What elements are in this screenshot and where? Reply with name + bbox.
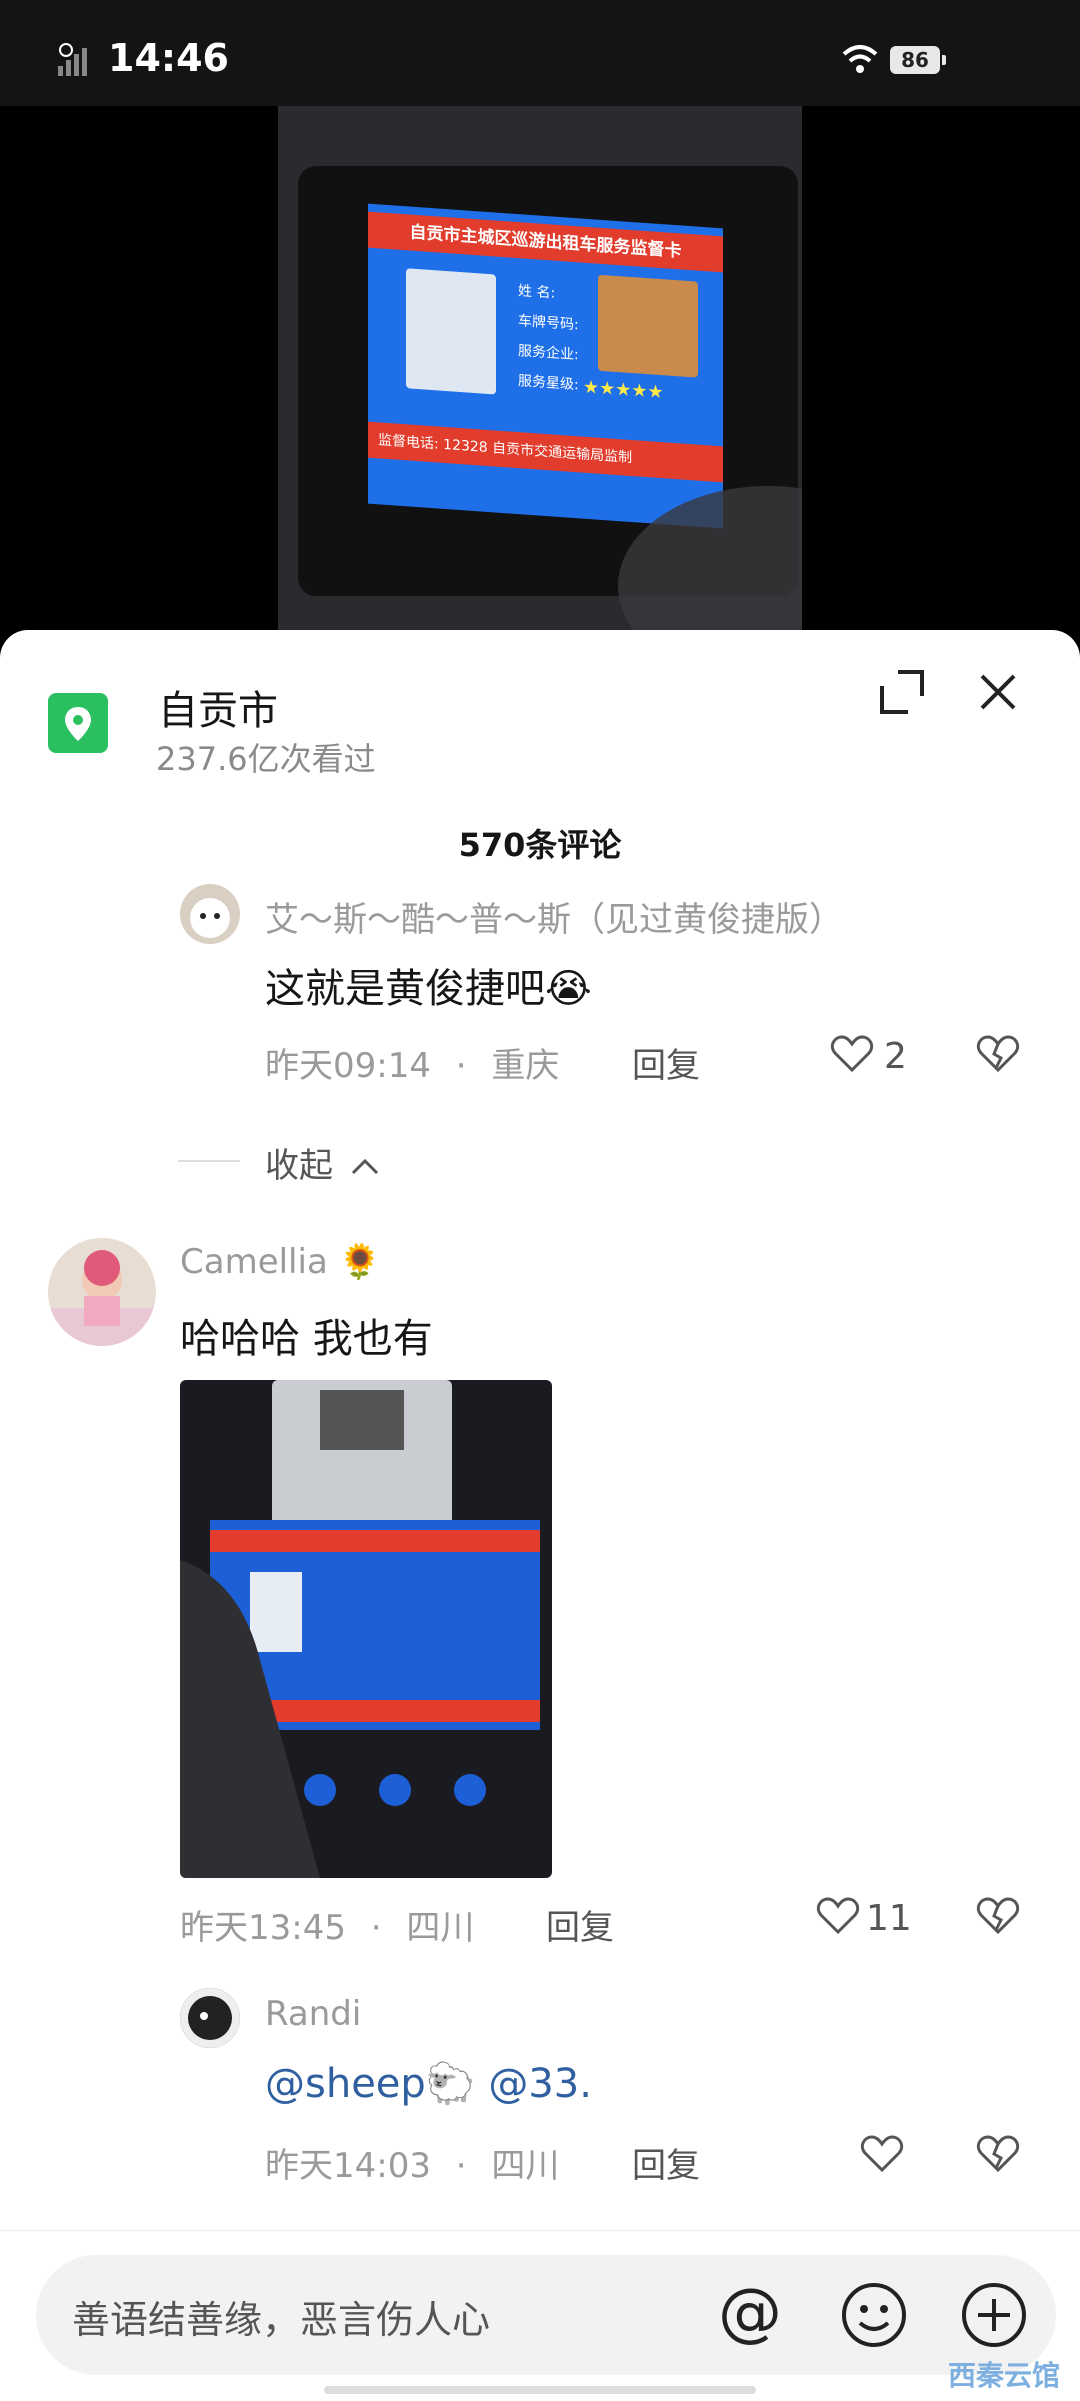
taxi-screen: 自贡市主城区巡游出租车服务监督卡 姓 名: 车牌号码: 服务企业: 服务星级: … bbox=[368, 203, 723, 529]
video-player[interactable]: 自贡市主城区巡游出租车服务监督卡 姓 名: 车牌号码: 服务企业: 服务星级: … bbox=[0, 106, 1080, 636]
wifi-icon bbox=[842, 45, 878, 73]
avatar[interactable] bbox=[180, 1988, 240, 2048]
comment-sheet: 自贡市 237.6亿次看过 570条评论 艾～斯～酷～普～斯（见过黄俊捷版） 这… bbox=[0, 630, 1080, 2400]
like-count: 2 bbox=[884, 1036, 907, 1077]
expand-icon[interactable] bbox=[880, 670, 924, 714]
comment-author[interactable]: 艾～斯～酷～普～斯（见过黄俊捷版） bbox=[265, 892, 843, 941]
comment-time: 昨天09:14 bbox=[265, 1046, 431, 1086]
status-bar: 14:46 86 bbox=[0, 0, 1080, 106]
screen-bottom: 监督电话: 12328 自贡市交通运输局监制 bbox=[368, 421, 723, 483]
watermark: 西秦云馆 bbox=[948, 2359, 1061, 2392]
signal-icon bbox=[58, 43, 87, 76]
comment-place: 重庆 bbox=[491, 1046, 560, 1086]
location-title[interactable]: 自贡市 bbox=[158, 678, 278, 736]
reply-button[interactable]: 回复 bbox=[632, 2138, 700, 2187]
screen-field: 车牌号码: bbox=[518, 313, 579, 334]
comment-text: 哈哈哈 我也有 bbox=[180, 1316, 433, 1362]
location-views: 237.6亿次看过 bbox=[156, 740, 376, 778]
comment-text: 这就是黄俊捷吧😭 bbox=[265, 966, 592, 1012]
divider bbox=[178, 1160, 240, 1162]
comment-place: 四川 bbox=[491, 2146, 560, 2186]
comment-time: 昨天13:45 bbox=[180, 1908, 346, 1948]
avatar[interactable] bbox=[48, 1238, 156, 1346]
chevron-up-icon bbox=[351, 1158, 378, 1175]
screen-field: 服务企业: bbox=[518, 343, 579, 364]
at-mention-icon[interactable]: @ bbox=[718, 2281, 782, 2345]
reply-button[interactable]: 回复 bbox=[632, 1038, 700, 1087]
plus-icon[interactable] bbox=[960, 2281, 1028, 2349]
screen-fields: 姓 名: 车牌号码: 服务企业: 服务星级: bbox=[518, 276, 579, 400]
close-icon[interactable] bbox=[976, 670, 1020, 714]
screen-field: 姓 名: bbox=[518, 283, 556, 302]
comment-author[interactable]: Randi bbox=[265, 1994, 361, 2034]
dog-sticker bbox=[598, 274, 698, 378]
video-frame: 自贡市主城区巡游出租车服务监督卡 姓 名: 车牌号码: 服务企业: 服务星级: … bbox=[278, 106, 802, 636]
comment-meta: 昨天09:14 · 重庆 bbox=[265, 1046, 560, 1086]
heart-icon[interactable] bbox=[860, 2134, 904, 2174]
comment-meta: 昨天14:03 · 四川 bbox=[265, 2146, 560, 2186]
comment-input-bar: 善语结善缘，恶言伤人心 @ bbox=[0, 2230, 1080, 2401]
heart-icon[interactable] bbox=[816, 1896, 860, 1936]
broken-heart-icon[interactable] bbox=[976, 2134, 1020, 2174]
comment-meta: 昨天13:45 · 四川 bbox=[180, 1908, 475, 1948]
home-indicator[interactable] bbox=[324, 2386, 756, 2394]
collapse-label: 收起 bbox=[265, 1146, 333, 1186]
like-count: 11 bbox=[866, 1898, 912, 1939]
comment-place: 四川 bbox=[406, 1908, 475, 1948]
driver-photo bbox=[406, 268, 496, 395]
battery-indicator: 86 bbox=[890, 46, 946, 74]
screen-stars: ★★★★★ bbox=[583, 376, 664, 404]
broken-heart-icon[interactable] bbox=[976, 1034, 1020, 1074]
emoji-icon[interactable] bbox=[840, 2281, 908, 2349]
comment-input-placeholder[interactable]: 善语结善缘，恶言伤人心 bbox=[72, 2289, 490, 2344]
heart-icon[interactable] bbox=[830, 1034, 874, 1074]
screen-field: 服务星级: bbox=[518, 373, 579, 394]
collapse-button[interactable]: 收起 bbox=[265, 1138, 380, 1187]
broken-heart-icon[interactable] bbox=[976, 1896, 1020, 1936]
avatar[interactable] bbox=[180, 884, 240, 944]
reply-button[interactable]: 回复 bbox=[546, 1900, 614, 1949]
comment-time: 昨天14:03 bbox=[265, 2146, 431, 2186]
status-time: 14:46 bbox=[108, 36, 229, 80]
comment-image[interactable] bbox=[180, 1380, 552, 1878]
location-pin-icon[interactable] bbox=[48, 693, 108, 753]
comments-count: 570条评论 bbox=[458, 826, 622, 864]
comment-text[interactable]: @sheep🐑 @33. bbox=[265, 2060, 592, 2107]
comment-author[interactable]: Camellia 🌻 bbox=[180, 1242, 381, 1282]
